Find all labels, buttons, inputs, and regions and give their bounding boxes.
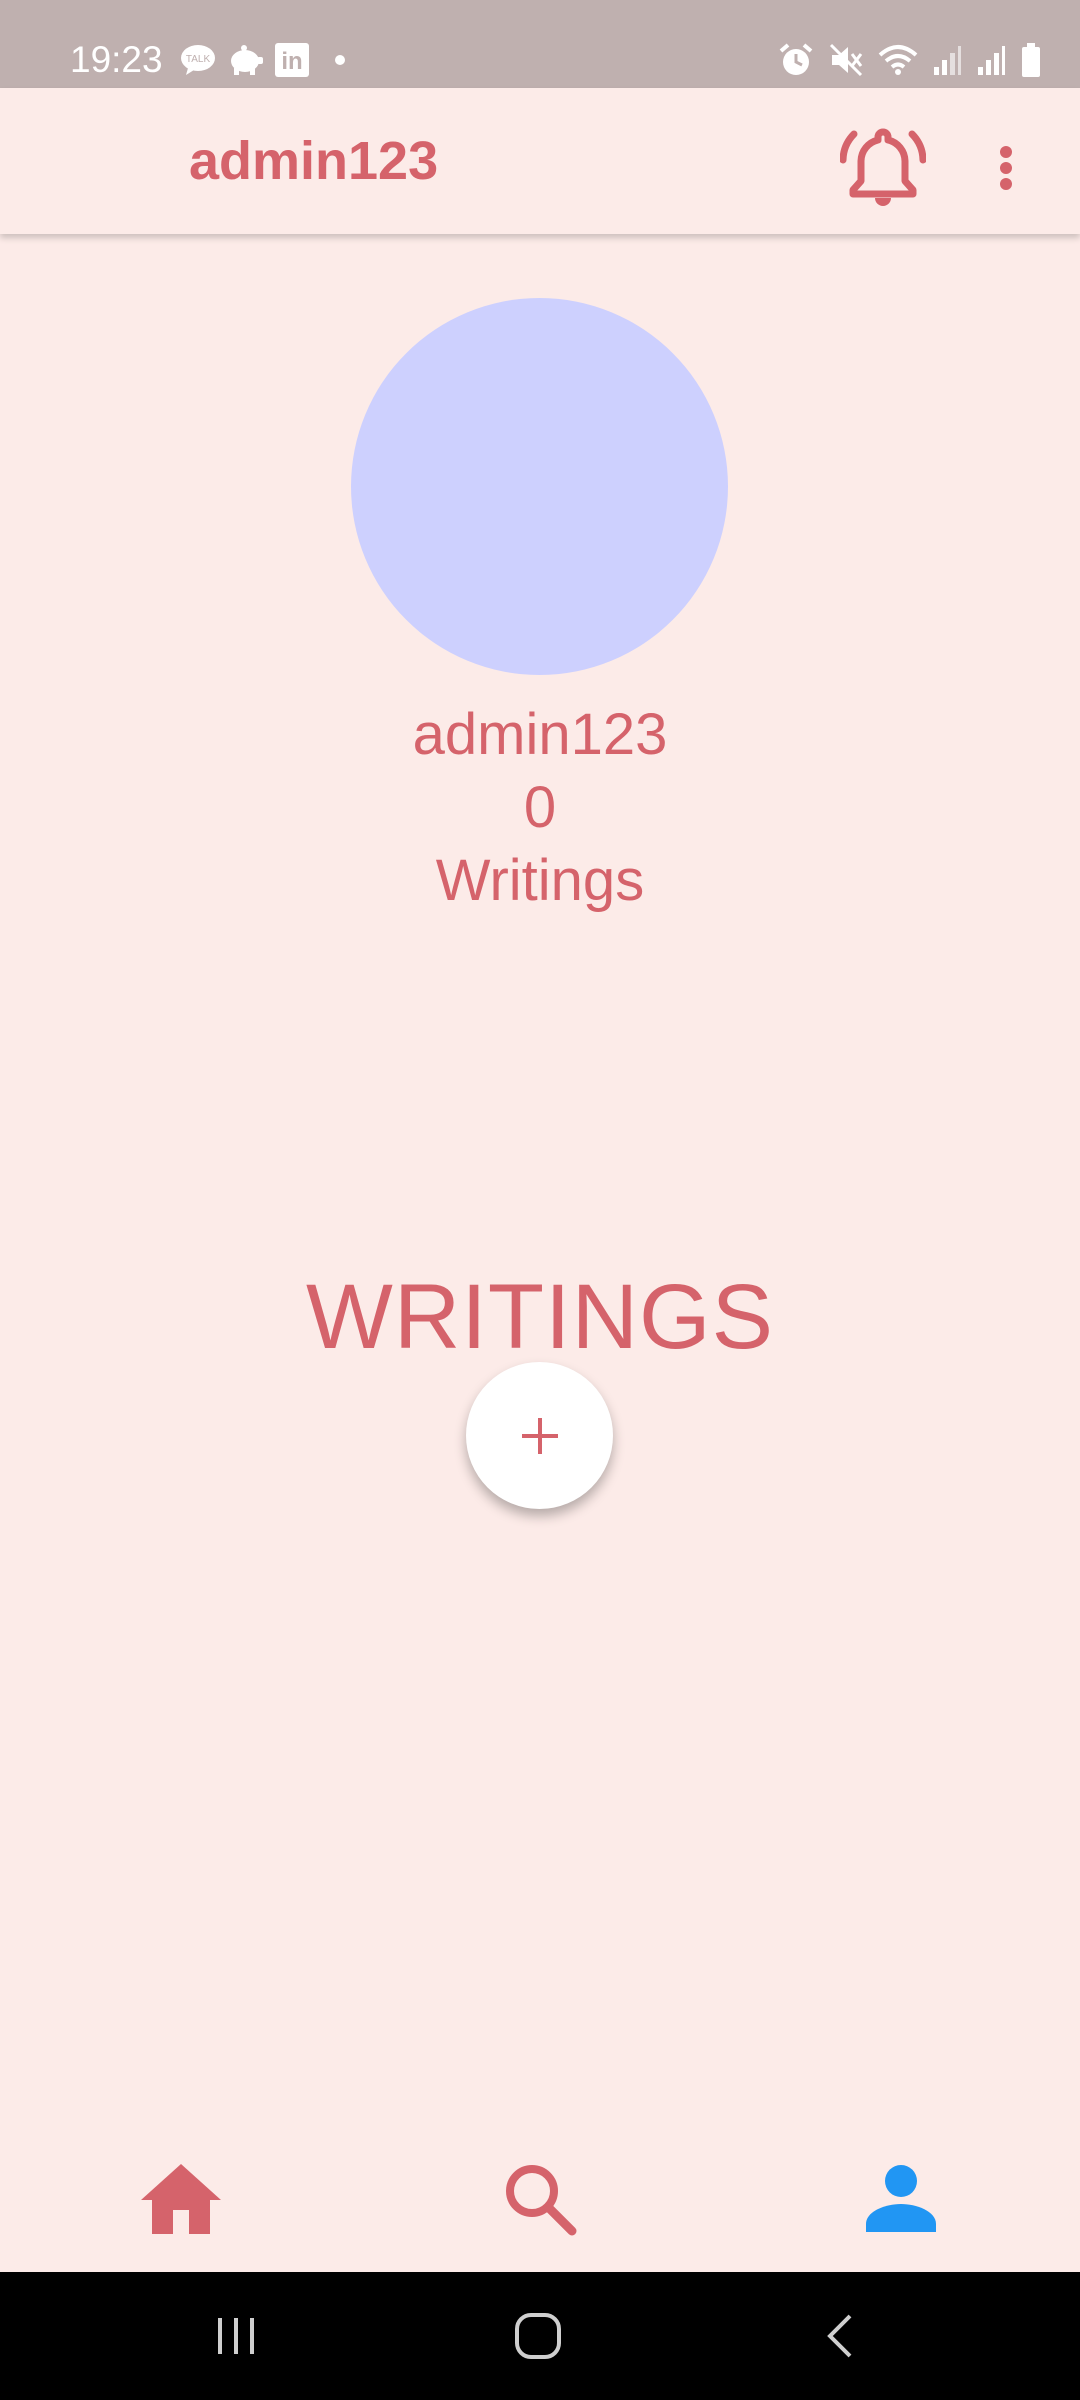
back-button[interactable] [800, 2296, 880, 2376]
linkedin-icon: in [275, 43, 309, 77]
home-icon [141, 2164, 221, 2234]
home-button-icon [515, 2313, 561, 2359]
system-navigation-bar [0, 2272, 1080, 2400]
app-bar: admin123 [0, 88, 1080, 234]
battery-icon [1022, 43, 1040, 77]
recents-button[interactable] [196, 2296, 276, 2376]
search-icon [506, 2165, 577, 2236]
profile-username: admin123 [412, 702, 668, 767]
more-vert-icon [1000, 146, 1012, 190]
piggy-bank-icon [231, 45, 263, 75]
talk-icon-text: TALK [186, 54, 211, 65]
notifications-button[interactable] [833, 118, 933, 218]
alarm-icon [779, 43, 813, 75]
system-home-button[interactable] [498, 2296, 578, 2376]
avatar[interactable] [351, 298, 728, 675]
system-status-icons [778, 40, 1042, 80]
signal-icon [934, 46, 961, 75]
back-icon [827, 2314, 852, 2358]
status-time: 19:23 [70, 39, 163, 80]
writings-section-title: WRITINGS [306, 1266, 774, 1368]
writings-count-label: Writings [435, 848, 645, 913]
linkedin-icon-text: in [281, 48, 302, 75]
more-options-button[interactable] [980, 128, 1032, 208]
dot-icon [335, 55, 345, 65]
bell-icon [840, 128, 926, 206]
status-bar: 19:23 TALK in [0, 0, 1080, 88]
app-bar-title: admin123 [189, 131, 439, 191]
talk-icon: TALK [181, 45, 215, 75]
notification-icons: TALK in [180, 40, 350, 80]
nav-item-search[interactable] [485, 2144, 595, 2254]
plus-icon [521, 1417, 558, 1454]
nav-item-profile[interactable] [846, 2144, 956, 2254]
wifi-icon [878, 45, 918, 75]
recents-icon [218, 2318, 254, 2354]
writings-count: 0 [523, 775, 557, 840]
add-writing-button[interactable] [466, 1362, 613, 1509]
mute-icon [829, 43, 863, 77]
nav-item-home[interactable] [126, 2144, 236, 2254]
bottom-navigation [0, 2126, 1080, 2272]
person-icon [866, 2165, 936, 2232]
signal-icon [978, 46, 1005, 75]
